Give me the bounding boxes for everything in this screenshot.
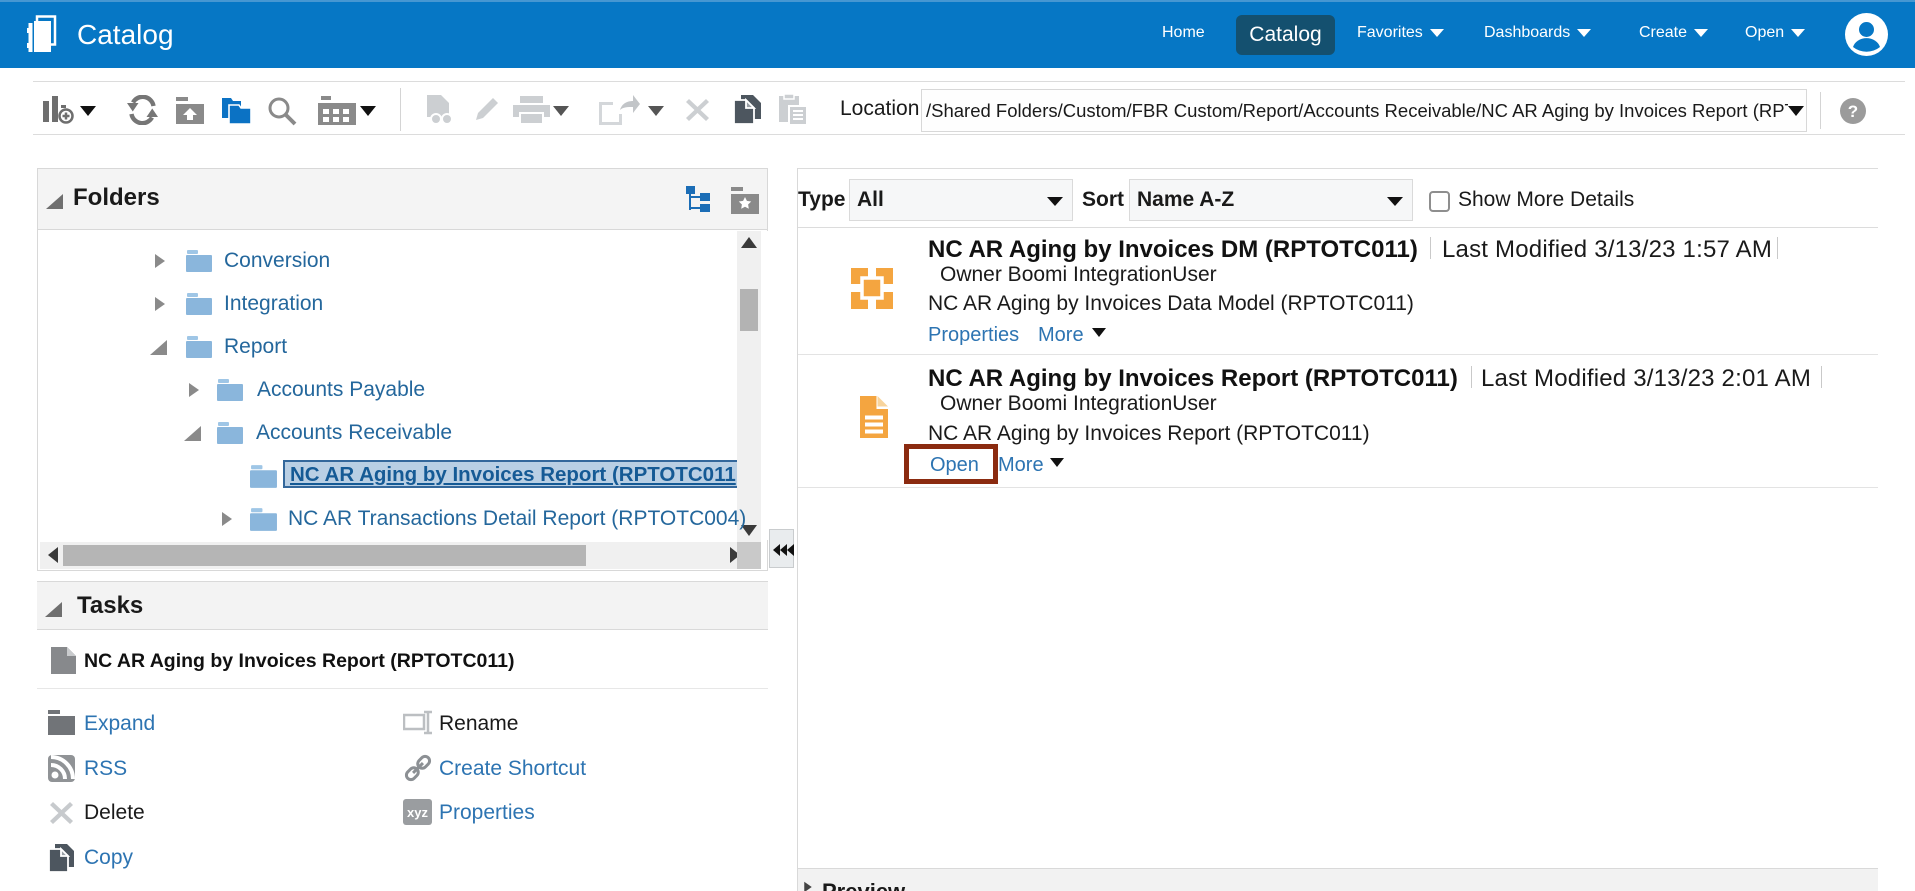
svg-text:?: ?: [1848, 102, 1858, 121]
svg-text:xyz: xyz: [407, 805, 428, 820]
